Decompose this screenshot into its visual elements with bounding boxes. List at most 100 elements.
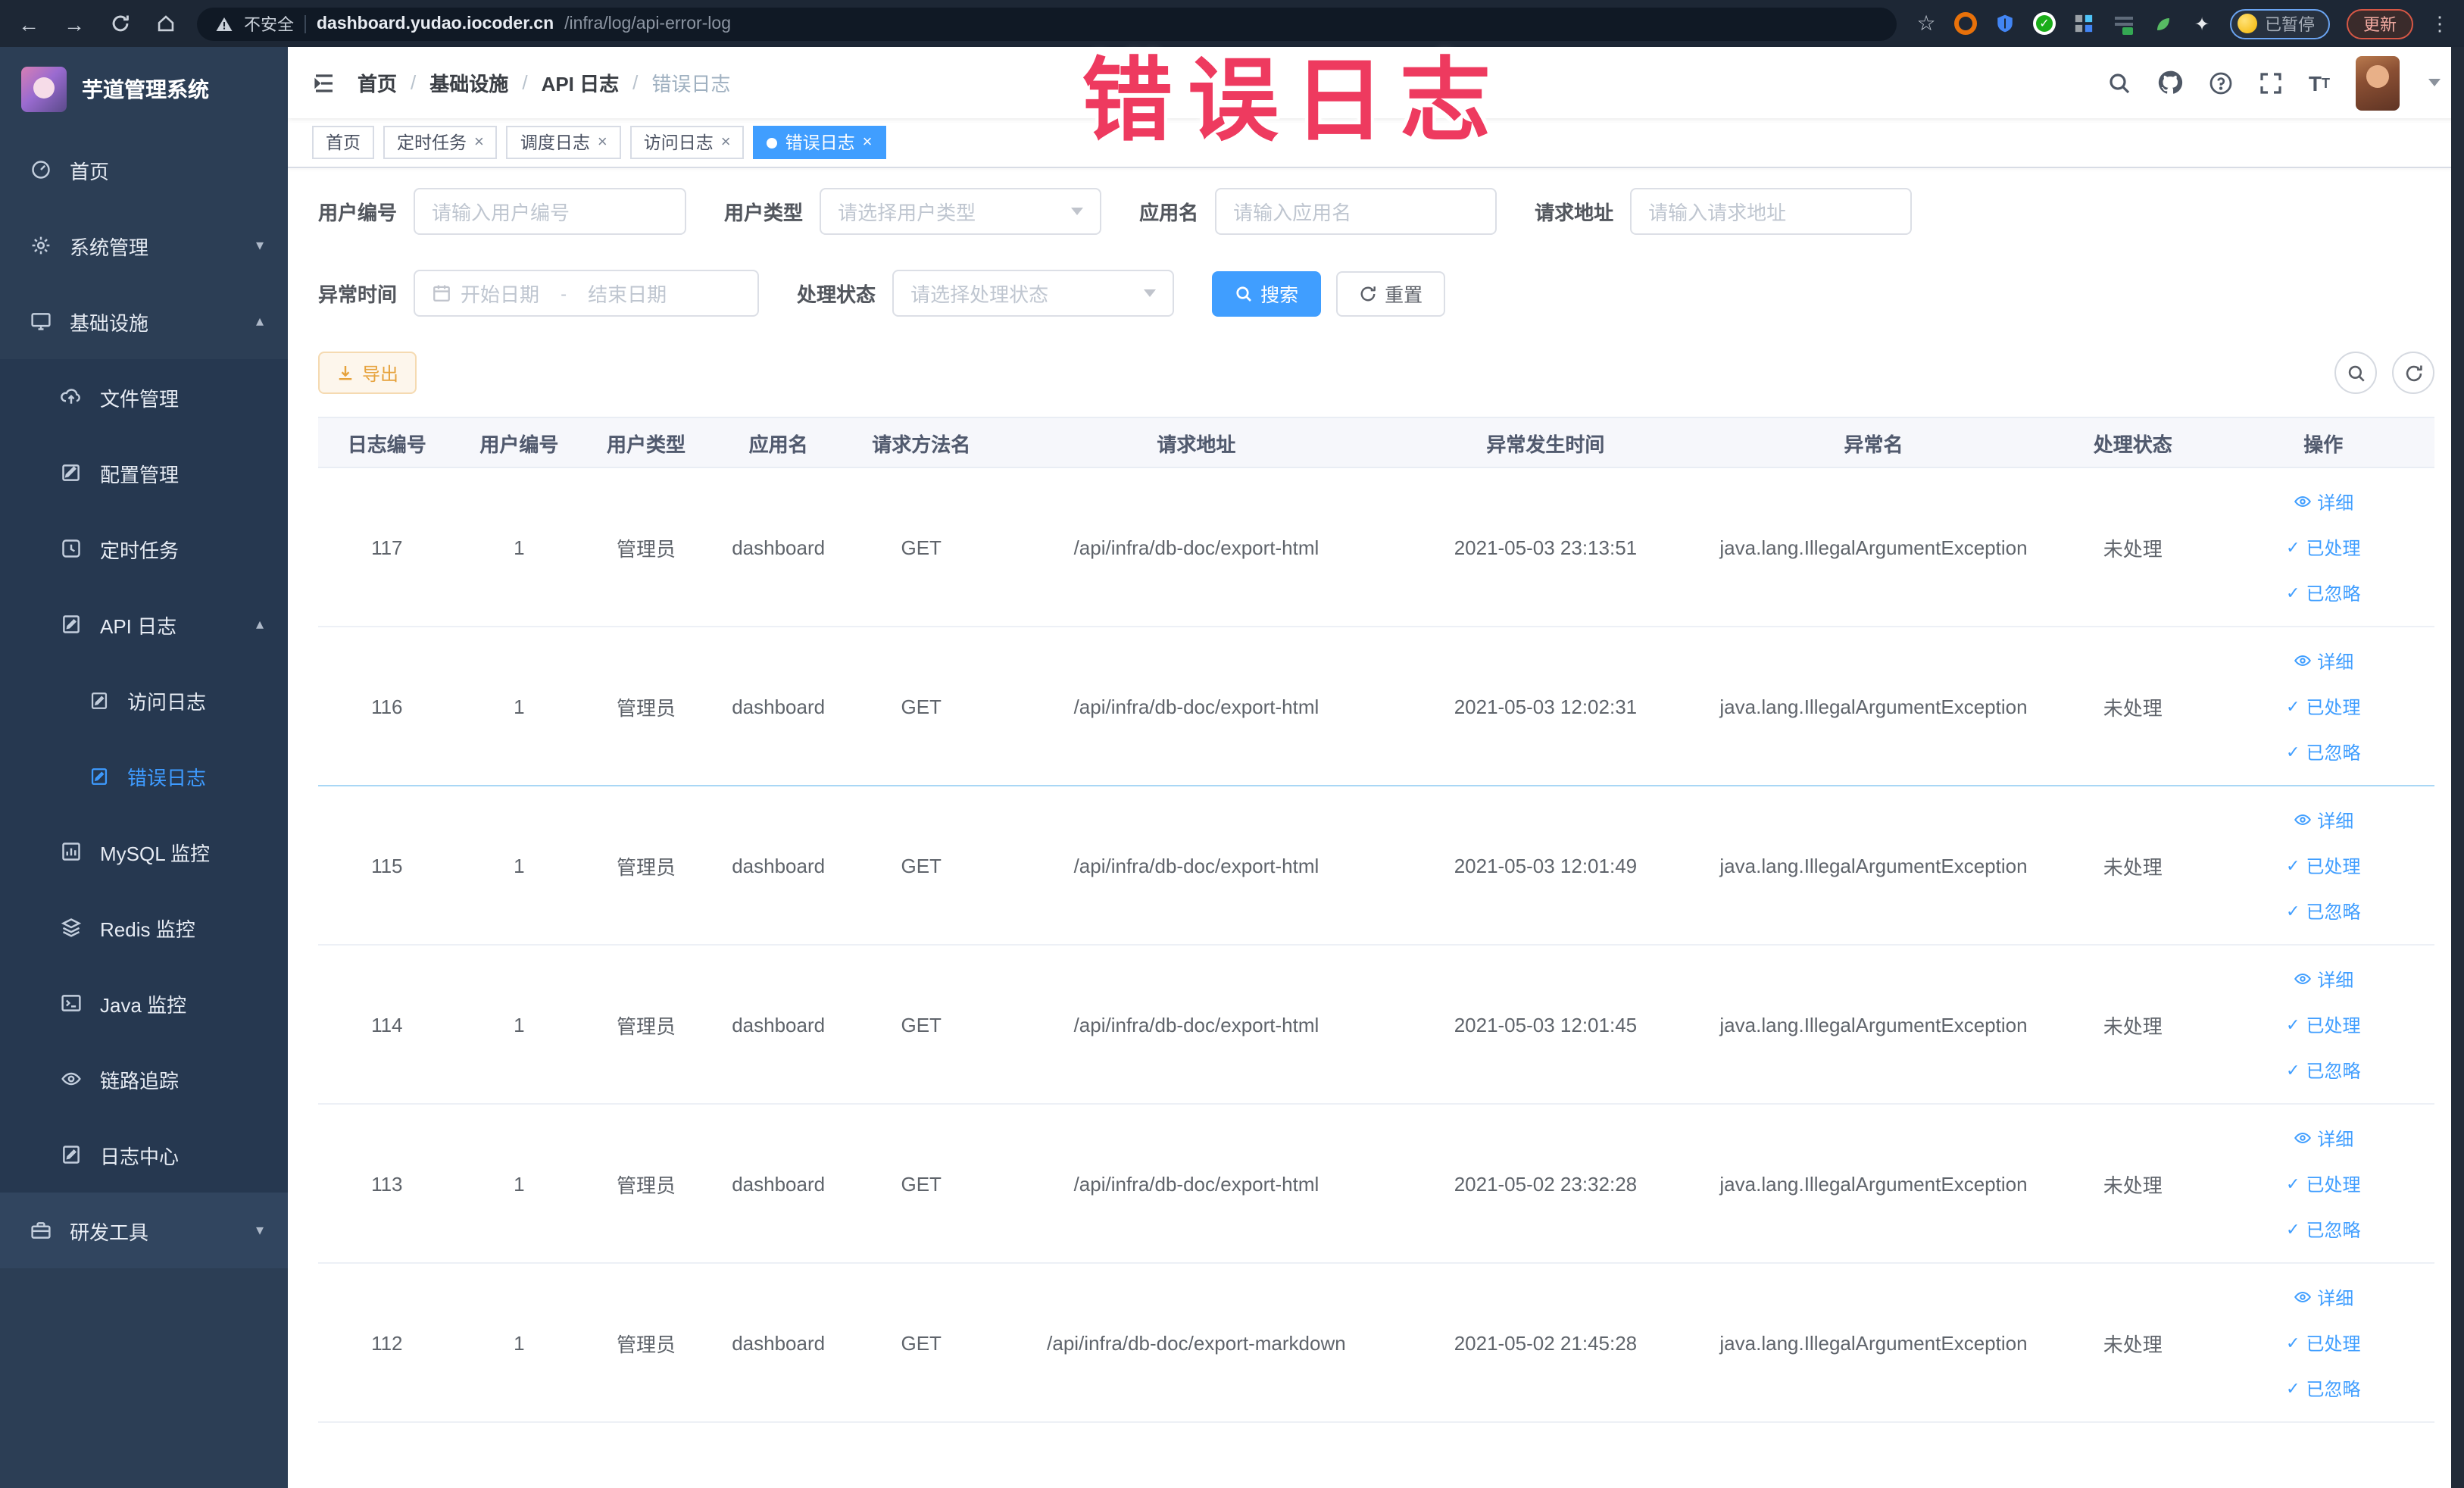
export-button[interactable]: 导出 xyxy=(318,352,417,394)
paused-extension-badge[interactable]: 已暂停 xyxy=(2230,8,2330,39)
sidebar-item-access-log[interactable]: 访问日志 xyxy=(0,662,288,738)
sidebar-item-log-center[interactable]: 日志中心 xyxy=(0,1117,288,1193)
browser-update-button[interactable]: 更新 xyxy=(2347,8,2413,39)
detail-link[interactable]: 详细 xyxy=(2293,648,2353,674)
page-scrollbar[interactable] xyxy=(2451,47,2464,1488)
check-icon: ✓ xyxy=(2286,1016,2300,1034)
sidebar-item-redis-monitor[interactable]: Redis 监控 xyxy=(0,889,288,965)
bookmark-star-icon[interactable]: ☆ xyxy=(1915,11,1938,35)
browser-home-button[interactable] xyxy=(151,14,179,33)
sidebar-item-api-log[interactable]: API 日志 ▴ xyxy=(0,586,288,662)
eye-icon xyxy=(2294,655,2311,667)
user-id-input[interactable]: 请输入用户编号 xyxy=(414,188,687,235)
date-range-picker[interactable]: 开始日期 - 结束日期 xyxy=(414,270,760,317)
extension-icon-grid[interactable] xyxy=(2072,12,2095,35)
avatar[interactable] xyxy=(2356,55,2400,110)
detail-link[interactable]: 详细 xyxy=(2293,1284,2353,1310)
fullscreen-icon[interactable] xyxy=(2259,70,2283,95)
help-icon[interactable] xyxy=(2209,70,2233,95)
mark-processed-link[interactable]: ✓ 已处理 xyxy=(2286,1330,2360,1355)
request-url-input[interactable]: 请输入请求地址 xyxy=(1630,188,1913,235)
detail-link[interactable]: 详细 xyxy=(2293,966,2353,992)
sidebar-item-infrastructure[interactable]: 基础设施 ▴ xyxy=(0,283,288,359)
mark-ignored-link[interactable]: ✓ 已忽略 xyxy=(2286,1375,2360,1401)
reset-button[interactable]: 重置 xyxy=(1336,270,1446,316)
sidebar-item-dev-tools[interactable]: 研发工具 ▾ xyxy=(0,1193,288,1268)
browser-forward-button[interactable]: → xyxy=(61,11,88,36)
placeholder-text: 请输入用户编号 xyxy=(432,202,570,224)
mark-processed-link[interactable]: ✓ 已处理 xyxy=(2286,852,2360,878)
user-type-select[interactable]: 请选择用户类型 xyxy=(820,188,1102,235)
column-header: 异常发生时间 xyxy=(1397,417,1694,468)
breadcrumb-infrastructure[interactable]: 基础设施 xyxy=(429,68,508,97)
breadcrumb-home[interactable]: 首页 xyxy=(358,68,397,97)
user-id-label: 用户编号 xyxy=(318,202,398,224)
user-type-label: 用户类型 xyxy=(724,202,804,224)
process-status-select[interactable]: 请选择处理状态 xyxy=(892,270,1175,317)
sidebar-fold-icon[interactable] xyxy=(312,70,336,95)
mark-ignored-link[interactable]: ✓ 已忽略 xyxy=(2286,898,2360,924)
mark-ignored-link[interactable]: ✓ 已忽略 xyxy=(2286,1216,2360,1242)
tag-error-log[interactable]: 错误日志 × xyxy=(753,126,886,159)
security-warning-icon[interactable] xyxy=(215,14,233,33)
extension-icon-leaf[interactable] xyxy=(2151,12,2174,35)
app-name-input[interactable]: 请输入应用名 xyxy=(1215,188,1497,235)
eye-icon xyxy=(2294,973,2311,985)
extension-icon-puzzle[interactable]: ✦ xyxy=(2191,12,2213,35)
sidebar-item-home[interactable]: 首页 xyxy=(0,132,288,208)
detail-label: 详细 xyxy=(2317,1128,2354,1149)
extension-icon-wechat[interactable]: ✓ xyxy=(2033,12,2056,35)
refresh-button[interactable] xyxy=(2392,352,2434,394)
close-icon[interactable]: × xyxy=(721,133,731,152)
cell-process-status: 未处理 xyxy=(2053,786,2213,946)
mark-ignored-link[interactable]: ✓ 已忽略 xyxy=(2286,739,2360,764)
mark-processed-link[interactable]: ✓ 已处理 xyxy=(2286,1011,2360,1037)
detail-link[interactable]: 详细 xyxy=(2293,807,2353,833)
search-button[interactable]: 搜索 xyxy=(1212,270,1322,316)
address-bar[interactable]: 不安全 dashboard.yudao.iocoder.cn /infra/lo… xyxy=(197,7,1897,40)
github-icon[interactable] xyxy=(2157,70,2183,95)
user-menu-caret-icon[interactable] xyxy=(2428,79,2441,86)
close-icon[interactable]: × xyxy=(598,133,607,152)
mark-ignored-link[interactable]: ✓ 已忽略 xyxy=(2286,1057,2360,1083)
url-domain: dashboard.yudao.iocoder.cn xyxy=(317,14,554,33)
breadcrumb-current: 错误日志 xyxy=(651,73,731,95)
browser-back-button[interactable]: ← xyxy=(15,11,42,36)
sidebar-item-scheduled-jobs[interactable]: 定时任务 xyxy=(0,511,288,586)
search-toggle-button[interactable] xyxy=(2334,352,2377,394)
tag-access-log[interactable]: 访问日志 × xyxy=(629,126,745,159)
row-actions: 详细 ✓ 已处理 ✓ 已忽略 xyxy=(2219,1284,2429,1401)
tag-schedule-log[interactable]: 调度日志 × xyxy=(506,126,621,159)
close-icon[interactable]: × xyxy=(474,133,484,152)
cell-request-url: /api/infra/db-doc/export-html xyxy=(995,945,1398,1105)
extension-icon-adblock[interactable] xyxy=(1954,12,1977,35)
close-icon[interactable]: × xyxy=(863,133,873,152)
sidebar-item-file-management[interactable]: 文件管理 xyxy=(0,359,288,435)
breadcrumb-api-log[interactable]: API 日志 xyxy=(542,68,620,97)
sidebar-item-java-monitor[interactable]: Java 监控 xyxy=(0,965,288,1041)
mark-processed-link[interactable]: ✓ 已处理 xyxy=(2286,1171,2360,1196)
app-logo-row[interactable]: 芋道管理系统 xyxy=(0,47,288,132)
browser-reload-button[interactable] xyxy=(106,14,133,33)
mark-processed-link[interactable]: ✓ 已处理 xyxy=(2286,693,2360,719)
browser-menu-icon[interactable]: ⋮ xyxy=(2430,11,2450,36)
extension-icon-shield[interactable] xyxy=(1994,12,2016,35)
sidebar-item-config-management[interactable]: 配置管理 xyxy=(0,435,288,511)
sidebar-item-error-log[interactable]: 错误日志 xyxy=(0,738,288,814)
mark-processed-link[interactable]: ✓ 已处理 xyxy=(2286,534,2360,560)
detail-link[interactable]: 详细 xyxy=(2293,1125,2353,1151)
extension-icon-switch[interactable] xyxy=(2112,12,2135,35)
detail-link[interactable]: 详细 xyxy=(2293,489,2353,514)
placeholder-text: 请选择用户类型 xyxy=(838,202,976,224)
cell-log-id: 114 xyxy=(318,945,456,1105)
mark-ignored-link[interactable]: ✓ 已忽略 xyxy=(2286,580,2360,605)
tag-scheduled-jobs[interactable]: 定时任务 × xyxy=(383,126,498,159)
sidebar-item-mysql-monitor[interactable]: MySQL 监控 xyxy=(0,814,288,889)
sidebar-item-system-management[interactable]: 系统管理 ▾ xyxy=(0,208,288,283)
request-url-label: 请求地址 xyxy=(1535,202,1614,224)
search-icon[interactable] xyxy=(2107,70,2131,95)
tag-home[interactable]: 首页 xyxy=(312,126,374,159)
sidebar-item-trace[interactable]: 链路追踪 xyxy=(0,1041,288,1117)
font-size-icon[interactable]: TT xyxy=(2309,70,2330,95)
date-end-placeholder: 结束日期 xyxy=(588,283,667,306)
